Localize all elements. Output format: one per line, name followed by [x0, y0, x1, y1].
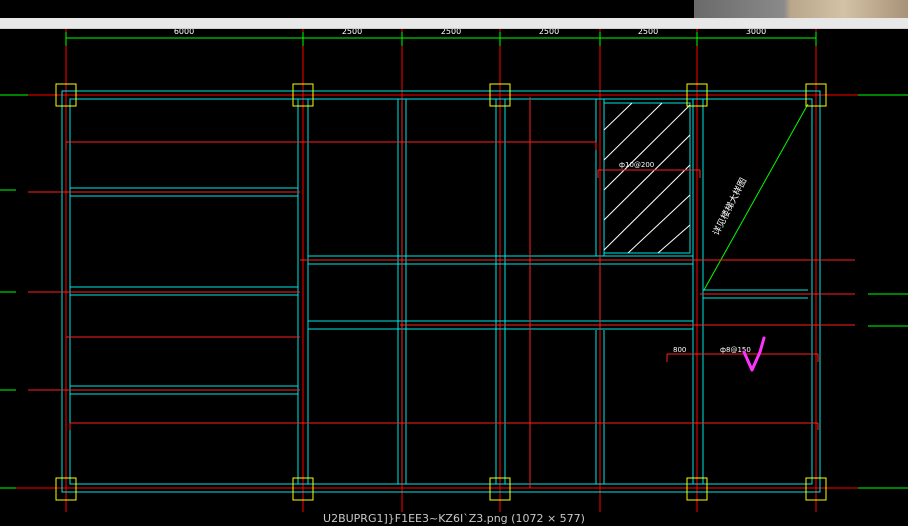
cad-drawing: 6000 2500 2500 2500 2500 3000 ф10@200 ф8… — [0, 29, 908, 512]
dimension-labels: 6000 2500 2500 2500 2500 3000 — [174, 29, 766, 36]
dim-label-3: 2500 — [441, 29, 461, 36]
image-caption: U2BUPRG1]}F1EE3~KZ6I`Z3.png (1072 × 577) — [323, 512, 585, 525]
viewer-toolbar-strip — [0, 18, 908, 29]
axis-lines — [0, 29, 908, 512]
image-viewer: 6000 2500 2500 2500 2500 3000 ф10@200 ф8… — [0, 0, 908, 526]
span-note: 800 — [673, 346, 686, 354]
slab-rebar — [28, 97, 855, 488]
rebar-note-2: ф8@150 — [720, 346, 751, 354]
dim-label-4: 2500 — [539, 29, 559, 36]
dim-label-1: 6000 — [174, 29, 194, 36]
dim-label-2: 2500 — [342, 29, 362, 36]
hatch-region — [603, 102, 691, 254]
dim-label-6: 3000 — [746, 29, 766, 36]
dim-label-5: 2500 — [638, 29, 658, 36]
thumbnail-preview[interactable] — [694, 0, 908, 18]
rebar-note-1: ф10@200 — [619, 161, 654, 169]
stair-detail-note: 详见楼梯大样图 — [710, 176, 749, 238]
